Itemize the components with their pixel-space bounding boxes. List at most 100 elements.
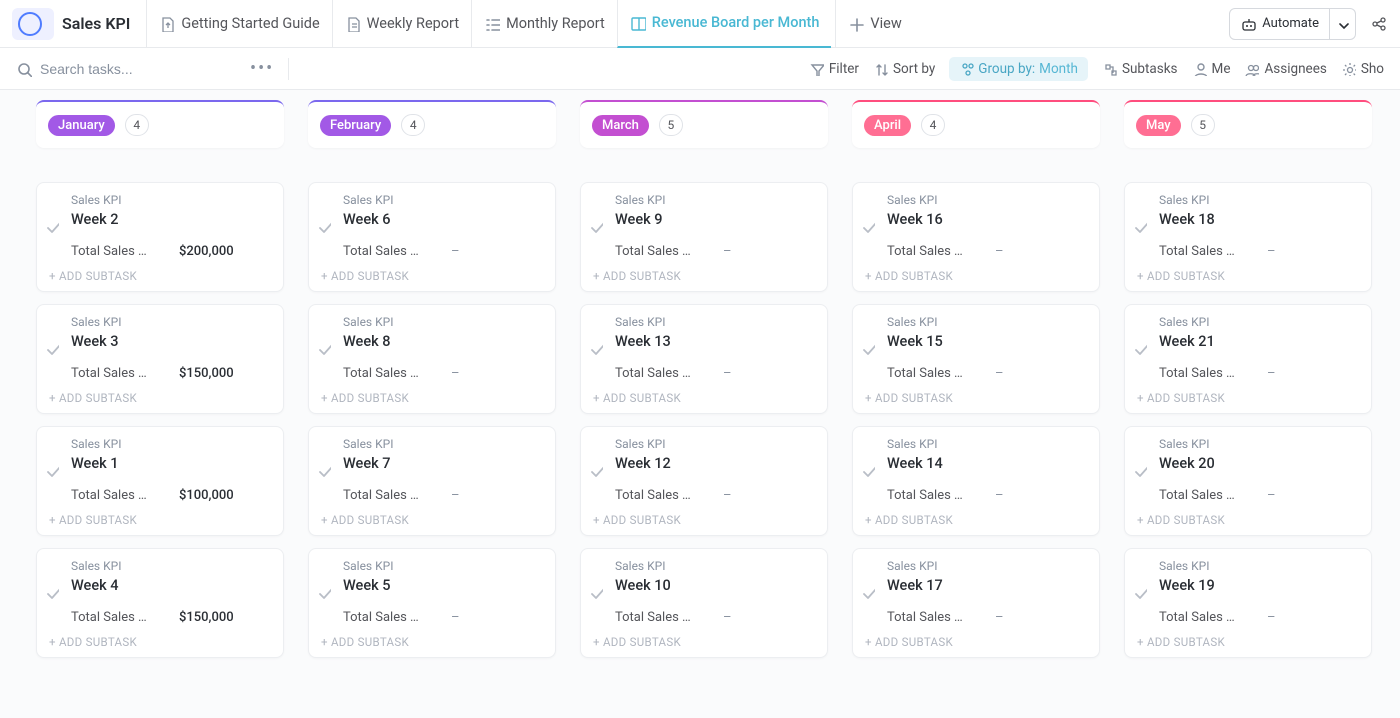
check-icon[interactable] [861,463,875,477]
add-subtask-button[interactable]: ADD SUBTASK [1137,269,1359,283]
check-icon[interactable] [861,219,875,233]
check-icon[interactable] [45,463,59,477]
task-card[interactable]: Sales KPI Week 9 Total Sales … – ADD SUB… [580,182,828,292]
task-card[interactable]: Sales KPI Week 10 Total Sales … – ADD SU… [580,548,828,658]
add-subtask-button[interactable]: ADD SUBTASK [1137,391,1359,405]
automate-dropdown[interactable] [1328,8,1356,40]
check-icon[interactable] [45,219,59,233]
list-title[interactable]: Sales KPI [62,14,130,33]
add-subtask-button[interactable]: ADD SUBTASK [593,391,815,405]
add-subtask-button[interactable]: ADD SUBTASK [593,635,815,649]
add-subtask-button[interactable]: ADD SUBTASK [49,391,271,405]
add-subtask-button[interactable]: ADD SUBTASK [49,513,271,527]
add-view-button[interactable]: View [835,0,913,48]
column-header[interactable]: February4 [308,100,556,148]
tab-getting-started-guide[interactable]: Getting Started Guide [146,0,331,48]
task-card[interactable]: Sales KPI Week 12 Total Sales … – ADD SU… [580,426,828,536]
project-label: Sales KPI [887,437,1087,451]
task-card[interactable]: Sales KPI Week 15 Total Sales … – ADD SU… [852,304,1100,414]
tab-weekly-report[interactable]: Weekly Report [332,0,471,48]
check-icon[interactable] [317,219,331,233]
check-icon[interactable] [317,585,331,599]
column-header[interactable]: January4 [36,100,284,148]
task-card[interactable]: Sales KPI Week 21 Total Sales … – ADD SU… [1124,304,1372,414]
task-title: Week 7 [343,455,543,472]
check-icon[interactable] [589,463,603,477]
task-card[interactable]: Sales KPI Week 20 Total Sales … – ADD SU… [1124,426,1372,536]
task-card[interactable]: Sales KPI Week 16 Total Sales … – ADD SU… [852,182,1100,292]
task-card[interactable]: Sales KPI Week 4 Total Sales … $150,000 … [36,548,284,658]
check-icon[interactable] [1133,585,1147,599]
me-button[interactable]: Me [1192,61,1231,77]
task-card[interactable]: Sales KPI Week 8 Total Sales … – ADD SUB… [308,304,556,414]
column-header[interactable]: March5 [580,100,828,148]
add-subtask-button[interactable]: ADD SUBTASK [321,635,543,649]
add-subtask-button[interactable]: ADD SUBTASK [321,269,543,283]
add-subtask-button[interactable]: ADD SUBTASK [1137,513,1359,527]
check-icon[interactable] [1133,341,1147,355]
group-by-chip[interactable]: Group by: Month [949,57,1088,81]
filter-button[interactable]: Filter [809,61,859,77]
check-icon[interactable] [1133,219,1147,233]
field-value: – [723,610,732,625]
automate-button[interactable]: Automate [1229,8,1330,40]
check-icon[interactable] [45,341,59,355]
field-label: Total Sales … [1159,610,1237,625]
check-icon[interactable] [45,585,59,599]
list-icon-badge[interactable] [12,8,54,40]
add-subtask-button[interactable]: ADD SUBTASK [593,513,815,527]
sort-button[interactable]: Sort by [873,61,935,77]
column-count: 4 [921,114,945,136]
add-subtask-button[interactable]: ADD SUBTASK [593,269,815,283]
check-icon[interactable] [589,585,603,599]
project-label: Sales KPI [1159,437,1359,451]
task-card[interactable]: Sales KPI Week 1 Total Sales … $100,000 … [36,426,284,536]
check-icon[interactable] [589,341,603,355]
task-title: Week 16 [887,211,1087,228]
share-button[interactable] [1370,15,1388,33]
project-label: Sales KPI [615,437,815,451]
add-subtask-button[interactable]: ADD SUBTASK [49,269,271,283]
task-card[interactable]: Sales KPI Week 19 Total Sales … – ADD SU… [1124,548,1372,658]
add-subtask-button[interactable]: ADD SUBTASK [1137,635,1359,649]
task-card[interactable]: Sales KPI Week 17 Total Sales … – ADD SU… [852,548,1100,658]
search-wrap[interactable] [16,61,236,77]
tab-revenue-board-per-month[interactable]: Revenue Board per Month [617,0,832,48]
task-card[interactable]: Sales KPI Week 5 Total Sales … – ADD SUB… [308,548,556,658]
subtasks-button[interactable]: Subtasks [1102,61,1178,77]
check-icon[interactable] [861,341,875,355]
show-button[interactable]: Sho [1341,61,1384,77]
task-card[interactable]: Sales KPI Week 7 Total Sales … – ADD SUB… [308,426,556,536]
add-subtask-button[interactable]: ADD SUBTASK [865,269,1087,283]
month-pill: April [864,115,911,136]
task-card[interactable]: Sales KPI Week 18 Total Sales … – ADD SU… [1124,182,1372,292]
field-label: Total Sales … [71,366,149,381]
month-pill: January [48,115,115,136]
search-input[interactable] [40,61,190,77]
task-card[interactable]: Sales KPI Week 3 Total Sales … $150,000 … [36,304,284,414]
assignees-button[interactable]: Assignees [1244,61,1326,77]
add-subtask-button[interactable]: ADD SUBTASK [865,391,1087,405]
check-icon[interactable] [861,585,875,599]
add-subtask-button[interactable]: ADD SUBTASK [865,513,1087,527]
share-icon [1370,15,1388,33]
add-subtask-button[interactable]: ADD SUBTASK [321,513,543,527]
check-icon[interactable] [1133,463,1147,477]
task-card[interactable]: Sales KPI Week 13 Total Sales … – ADD SU… [580,304,828,414]
task-card[interactable]: Sales KPI Week 6 Total Sales … – ADD SUB… [308,182,556,292]
task-card[interactable]: Sales KPI Week 2 Total Sales … $200,000 … [36,182,284,292]
task-title: Week 18 [1159,211,1359,228]
check-icon[interactable] [589,219,603,233]
field-label: Total Sales … [343,610,421,625]
check-icon[interactable] [317,341,331,355]
column-header[interactable]: April 4 [852,100,1100,148]
add-subtask-button[interactable]: ADD SUBTASK [865,635,1087,649]
column-header[interactable]: May5 [1124,100,1372,148]
more-options[interactable]: ••• [250,58,274,79]
task-card[interactable]: Sales KPI Week 14 Total Sales … – ADD SU… [852,426,1100,536]
add-subtask-button[interactable]: ADD SUBTASK [49,635,271,649]
tab-monthly-report[interactable]: Monthly Report [471,0,617,48]
add-subtask-button[interactable]: ADD SUBTASK [321,391,543,405]
field-value: – [995,366,1004,381]
check-icon[interactable] [317,463,331,477]
